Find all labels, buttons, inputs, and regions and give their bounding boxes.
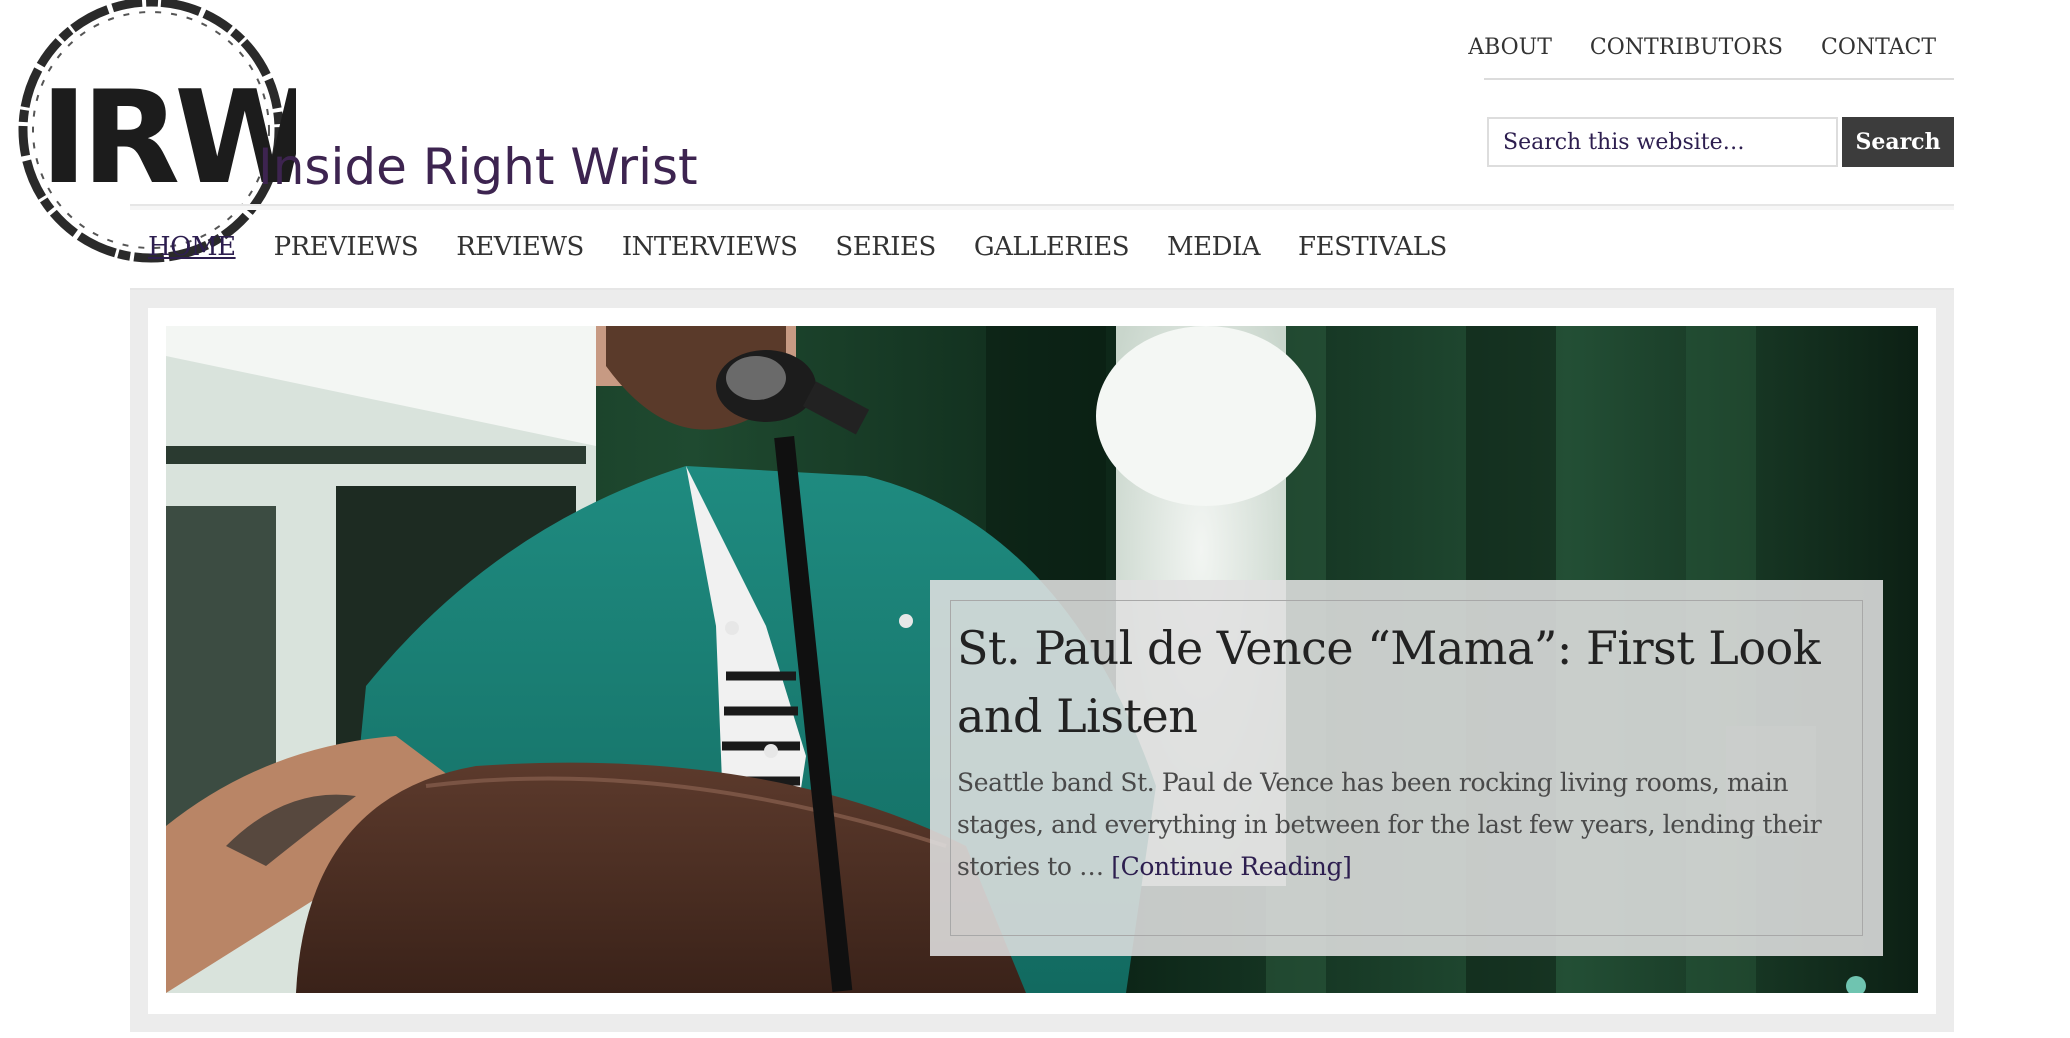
- featured-slider: St. Paul de Vence “Mama”: First Look and…: [130, 290, 1954, 1032]
- nav-link-galleries[interactable]: GALLERIES: [974, 232, 1130, 262]
- featured-excerpt: Seattle band St. Paul de Vence has been …: [957, 762, 1837, 888]
- nav-link-contact[interactable]: CONTACT: [1821, 35, 1936, 60]
- featured-title[interactable]: St. Paul de Vence “Mama”: First Look and…: [957, 614, 1837, 750]
- search-form: Search: [1487, 117, 1954, 167]
- primary-nav: HOME PREVIEWS REVIEWS INTERVIEWS SERIES …: [130, 204, 1954, 290]
- nav-link-series[interactable]: SERIES: [835, 232, 936, 262]
- site-title[interactable]: Inside Right Wrist: [258, 138, 698, 196]
- featured-excerpt-text: Seattle band St. Paul de Vence has been …: [957, 768, 1822, 881]
- search-button[interactable]: Search: [1842, 117, 1954, 167]
- nav-link-festivals[interactable]: FESTIVALS: [1298, 232, 1447, 262]
- nav-link-home[interactable]: HOME: [148, 232, 236, 262]
- nav-link-previews[interactable]: PREVIEWS: [274, 232, 419, 262]
- nav-link-interviews[interactable]: INTERVIEWS: [622, 232, 798, 262]
- search-input[interactable]: [1487, 117, 1838, 167]
- featured-caption: St. Paul de Vence “Mama”: First Look and…: [930, 580, 1883, 956]
- secondary-nav: ABOUT CONTRIBUTORS CONTACT: [1468, 28, 1954, 80]
- nav-link-media[interactable]: MEDIA: [1167, 232, 1261, 262]
- nav-link-about[interactable]: ABOUT: [1468, 35, 1552, 60]
- nav-link-contributors[interactable]: CONTRIBUTORS: [1590, 35, 1783, 60]
- continue-reading-link[interactable]: [Continue Reading]: [1111, 852, 1352, 881]
- nav-link-reviews[interactable]: REVIEWS: [456, 232, 584, 262]
- slide: St. Paul de Vence “Mama”: First Look and…: [148, 308, 1936, 1014]
